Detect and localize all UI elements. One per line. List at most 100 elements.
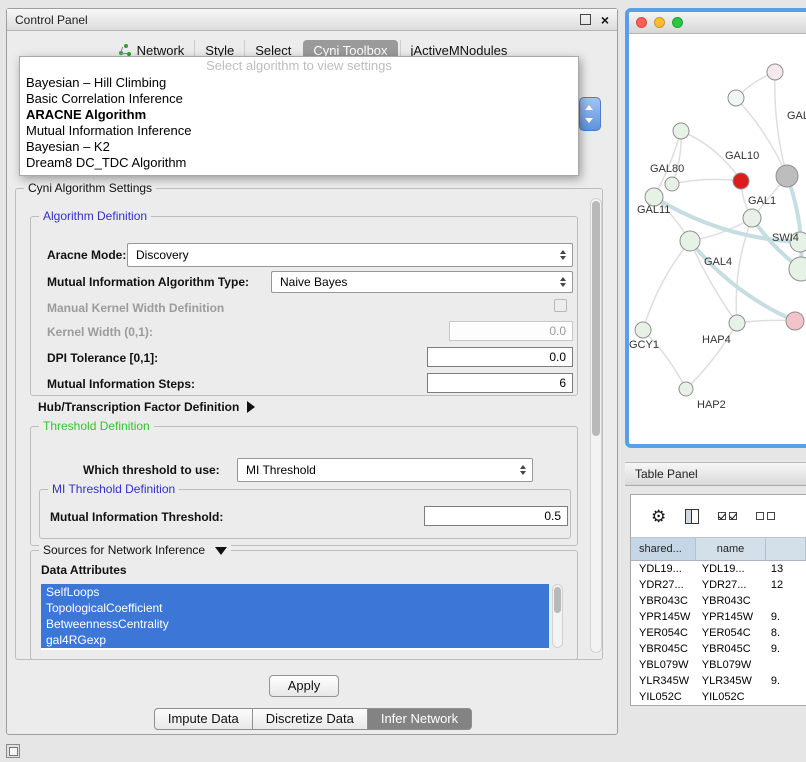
data-attributes-label: Data Attributes	[41, 563, 127, 577]
collapsed-arrow-icon	[247, 401, 255, 413]
network-node[interactable]	[767, 64, 783, 80]
algorithm-option-dream8-dc-tdc-algorithm[interactable]: Dream8 DC_TDC Algorithm	[20, 155, 578, 171]
column-header-shared[interactable]: shared...	[631, 538, 696, 560]
network-edge[interactable]	[686, 323, 737, 389]
network-node-gcy1[interactable]	[635, 322, 651, 338]
table-cell: YDL19...	[631, 563, 696, 575]
table-row[interactable]: YBR043CYBR043C	[631, 593, 806, 609]
algorithm-popup-list: Bayesian – Hill ClimbingBasic Correlatio…	[20, 75, 578, 171]
network-node[interactable]	[728, 90, 744, 106]
table-settings-gear-icon[interactable]: ⚙	[651, 508, 666, 525]
settings-scrollbar[interactable]	[590, 198, 602, 653]
which-threshold-combobox[interactable]: MI Threshold	[237, 458, 533, 482]
algorithm-option-basic-correlation-inference[interactable]: Basic Correlation Inference	[20, 91, 578, 107]
network-canvas[interactable]: GAL80GAL10GAL11GAL1SWI4GAL4GCY1HAP4HAP2G…	[629, 34, 806, 444]
node-label-gal: GAL	[787, 110, 806, 122]
node-label-hap2: HAP2	[697, 399, 726, 411]
stepper-icon	[560, 250, 567, 260]
table-row[interactable]: YBR045CYBR045C9.	[631, 641, 806, 657]
bottom-tab-discretize-data[interactable]: Discretize Data	[252, 708, 368, 730]
attribute-item-betweennesscentrality[interactable]: BetweennessCentrality	[41, 616, 549, 632]
network-node-gal1[interactable]	[743, 209, 761, 227]
close-panel-icon[interactable]: ×	[601, 14, 609, 26]
network-node[interactable]	[776, 165, 798, 187]
network-edge[interactable]	[775, 72, 787, 176]
table-cell: YBR043C	[696, 595, 767, 607]
attribute-item-topologicalcoefficient[interactable]: TopologicalCoefficient	[41, 600, 549, 616]
unselect-all-columns-icon[interactable]	[756, 512, 775, 520]
mi-steps-value: 6	[559, 376, 566, 390]
table-cell: YDR27...	[631, 579, 696, 591]
zoom-traffic-light[interactable]	[672, 17, 683, 28]
table-cell: 12	[767, 579, 806, 591]
node-label-swi4: SWI4	[772, 232, 799, 244]
table-cell: YBR045C	[631, 643, 696, 655]
select-all-columns-icon[interactable]	[718, 512, 737, 520]
mi-steps-field[interactable]: 6	[427, 373, 573, 393]
network-node-gal4[interactable]	[680, 231, 700, 251]
network-node[interactable]	[673, 123, 689, 139]
sources-group: Sources for Network Inference Data Attri…	[30, 550, 578, 660]
table-cell: YBR045C	[696, 643, 767, 655]
table-cell: 9.	[767, 611, 806, 623]
minimize-traffic-light[interactable]	[654, 17, 665, 28]
close-traffic-light[interactable]	[636, 17, 647, 28]
threshold-definition-group: Threshold Definition Which threshold to …	[30, 426, 578, 546]
network-node[interactable]	[786, 312, 804, 330]
hub-definition-toggle[interactable]: Hub/Transcription Factor Definition	[38, 400, 255, 414]
network-node-gal80[interactable]	[665, 177, 679, 191]
mi-type-combobox[interactable]: Naive Bayes	[271, 271, 573, 293]
sources-legend[interactable]: Sources for Network Inference	[39, 543, 231, 558]
table-row[interactable]: YDR27...YDR27...12	[631, 577, 806, 593]
mi-threshold-field[interactable]: 0.5	[424, 506, 568, 526]
column-header-2[interactable]	[766, 538, 806, 560]
node-label-gal11: GAL11	[637, 204, 670, 216]
algorithm-option-aracne-algorithm[interactable]: ARACNE Algorithm	[20, 107, 578, 123]
kernel-width-label: Kernel Width (0,1):	[47, 325, 153, 339]
bottom-tab-infer-network[interactable]: Infer Network	[367, 708, 472, 730]
minimized-panel-icon[interactable]	[6, 744, 20, 758]
algorithm-option-bayesian-hill-climbing[interactable]: Bayesian – Hill Climbing	[20, 75, 578, 91]
mi-steps-label: Mutual Information Steps:	[47, 377, 195, 391]
aracne-mode-value: Discovery	[136, 248, 189, 262]
algorithm-option-bayesian-k2[interactable]: Bayesian – K2	[20, 139, 578, 155]
table-cell: YIL052C	[696, 691, 767, 703]
apply-button[interactable]: Apply	[269, 675, 339, 697]
table-row[interactable]: YIL052CYIL052C	[631, 689, 806, 705]
table-row[interactable]: YBL079WYBL079W	[631, 657, 806, 673]
network-edge[interactable]	[643, 241, 690, 330]
kernel-width-field[interactable]: 0.0	[449, 321, 573, 341]
table-row[interactable]: YDL19...YDL19...13	[631, 561, 806, 577]
bottom-tab-impute-data[interactable]: Impute Data	[154, 708, 253, 730]
manual-kernel-checkbox[interactable]	[554, 299, 567, 312]
table-row[interactable]: YER054CYER054C8.	[631, 625, 806, 641]
table-cell: YBL079W	[631, 659, 696, 671]
algorithm-option-mutual-information-inference[interactable]: Mutual Information Inference	[20, 123, 578, 139]
control-panel-titlebar: Control Panel ×	[7, 9, 617, 31]
attribute-item-gal4rgexp[interactable]: gal4RGexp	[41, 632, 549, 648]
dpi-tolerance-label: DPI Tolerance [0,1]:	[47, 351, 158, 365]
algorithm-combo-arrow-button[interactable]	[579, 97, 601, 131]
table-cell: 13	[767, 563, 806, 575]
show-columns-icon[interactable]	[685, 509, 699, 524]
attribute-item-selfloops[interactable]: SelfLoops	[41, 584, 549, 600]
float-panel-icon[interactable]	[580, 14, 591, 25]
network-node-hap2[interactable]	[679, 382, 693, 396]
network-node-gal10[interactable]	[733, 173, 749, 189]
kernel-width-value: 0.0	[549, 324, 566, 338]
dpi-tolerance-value: 0.0	[549, 350, 566, 364]
network-node-hap4[interactable]	[729, 315, 745, 331]
column-header-name[interactable]: name	[696, 538, 766, 560]
table-row[interactable]: YLR345WYLR345W9.	[631, 673, 806, 689]
table-row[interactable]: YPR145WYPR145W9.	[631, 609, 806, 625]
aracne-mode-combobox[interactable]: Discovery	[127, 243, 573, 267]
dpi-tolerance-field[interactable]: 0.0	[427, 347, 573, 367]
node-label-gal80: GAL80	[650, 163, 684, 175]
table-cell: 9.	[767, 643, 806, 655]
network-edge[interactable]	[787, 176, 801, 269]
network-edge[interactable]	[672, 179, 741, 184]
table-panel-titlebar: Table Panel	[625, 462, 806, 486]
attribute-list-scrollbar[interactable]	[552, 584, 563, 648]
table-cell: YER054C	[631, 627, 696, 639]
node-label-gal4: GAL4	[704, 256, 732, 268]
